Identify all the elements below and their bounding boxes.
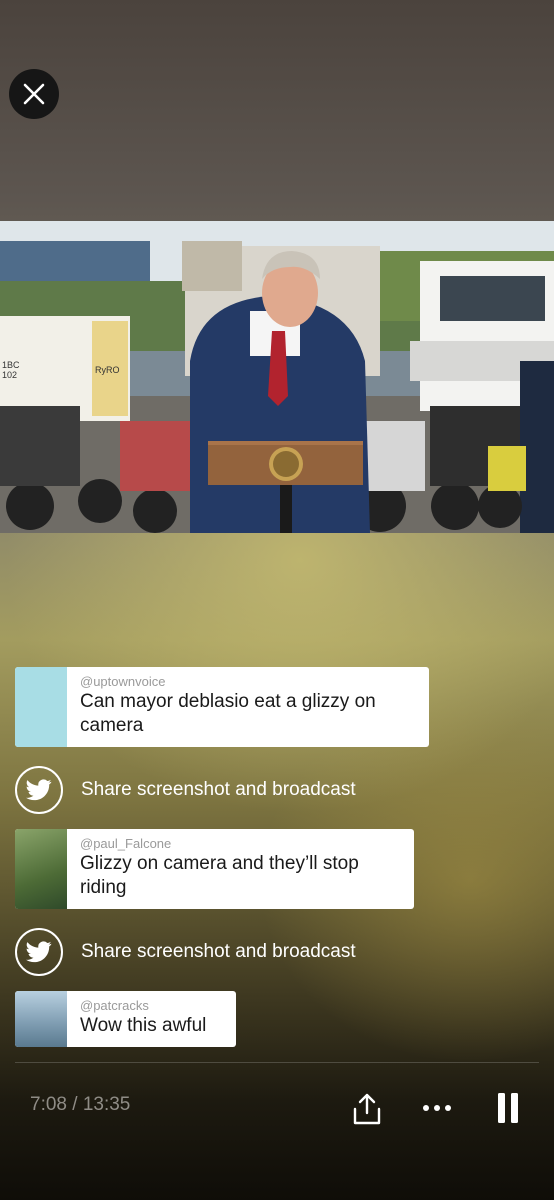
twitter-bird-icon xyxy=(15,766,63,814)
avatar xyxy=(15,829,67,909)
share-button[interactable] xyxy=(348,1090,386,1128)
sign-text: 102 xyxy=(2,370,17,380)
comment-text: Can mayor deblasio eat a glizzy on camer… xyxy=(80,691,376,736)
sign-text: 1BC xyxy=(2,360,20,370)
comment-text: Glizzy on camera and they’ll stop riding xyxy=(80,853,359,898)
chat-comment[interactable]: @patcracks Wow this awful xyxy=(15,991,236,1047)
chat-comment[interactable]: @paul_Falcone Glizzy on camera and they’… xyxy=(15,829,414,909)
comment-username: @patcracks xyxy=(80,998,149,1013)
avatar xyxy=(15,667,67,747)
pause-icon xyxy=(498,1093,518,1123)
chat-comment[interactable]: @uptownvoice Can mayor deblasio eat a gl… xyxy=(15,667,429,747)
broadcast-video[interactable]: 1BC 102 RyRO xyxy=(0,221,554,533)
comment-username: @uptownvoice xyxy=(80,674,166,689)
share-label: Share screenshot and broadcast xyxy=(81,779,356,800)
share-label: Share screenshot and broadcast xyxy=(81,941,356,962)
sign-text: RyRO xyxy=(95,365,120,375)
controls-divider xyxy=(15,1062,539,1063)
avatar xyxy=(15,991,67,1047)
share-icon xyxy=(353,1093,381,1125)
comment-username: @paul_Falcone xyxy=(80,836,172,851)
share-screenshot-button[interactable]: Share screenshot and broadcast xyxy=(15,928,356,976)
playback-time: 7:08 / 13:35 xyxy=(30,1094,131,1115)
close-button[interactable] xyxy=(9,69,59,119)
pause-button[interactable] xyxy=(492,1090,524,1126)
comment-text: Wow this awful xyxy=(80,1015,207,1036)
close-icon xyxy=(23,83,45,105)
share-screenshot-button[interactable]: Share screenshot and broadcast xyxy=(15,766,356,814)
more-options-button[interactable] xyxy=(420,1094,454,1122)
more-options-icon xyxy=(423,1105,451,1111)
twitter-bird-icon xyxy=(15,928,63,976)
